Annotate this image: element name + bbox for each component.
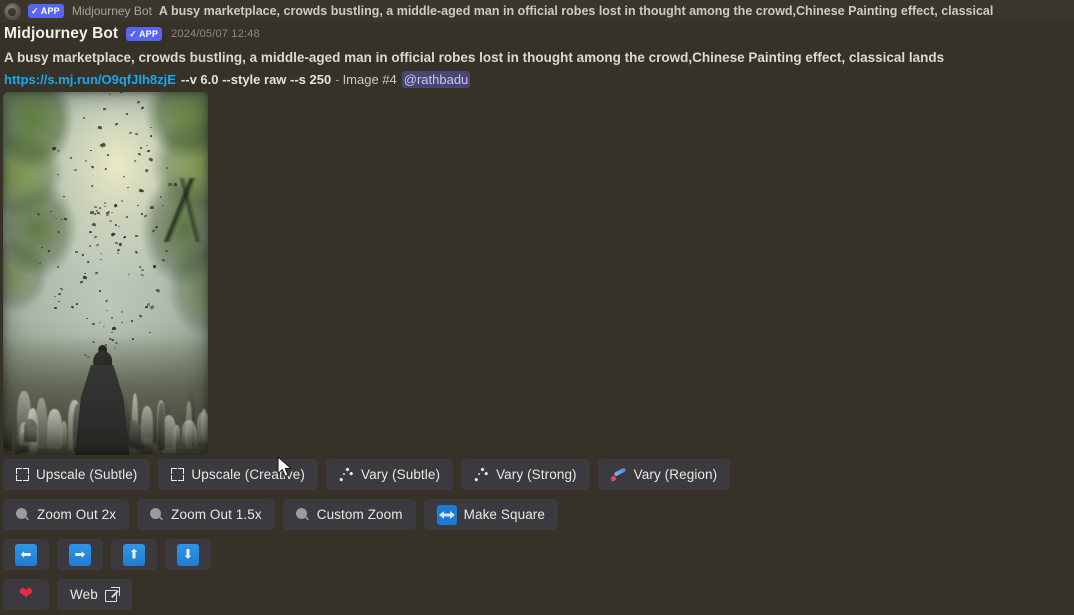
app-badge: ✓ APP: [28, 4, 64, 18]
image-reference-link[interactable]: https://s.mj.run/O9qfJIh8zjE: [4, 72, 176, 87]
artwork-canvas: [3, 92, 208, 455]
sparkle-icon: [339, 466, 354, 482]
button-label: Vary (Strong): [496, 467, 577, 482]
message-block: Midjourney Bot ✓ APP 2024/05/07 12:48 A …: [0, 22, 1074, 90]
user-mention[interactable]: @rathbadu: [401, 71, 471, 88]
pan-right-button[interactable]: ➡: [57, 539, 103, 570]
message-author[interactable]: Midjourney Bot: [4, 25, 118, 43]
vary-region-button[interactable]: Vary (Region): [597, 459, 731, 490]
message-app-badge: ✓ APP: [126, 27, 163, 41]
action-row-pan: ⬅ ➡ ⬆ ⬇: [3, 538, 1071, 571]
button-label: Vary (Region): [633, 467, 718, 482]
message-timestamp: 2024/05/07 12:48: [171, 28, 260, 40]
action-rows: Upscale (Subtle) Upscale (Creative) Vary…: [3, 458, 1071, 615]
button-label: Upscale (Subtle): [36, 467, 138, 482]
button-label: Custom Zoom: [316, 507, 403, 522]
artwork-vignette: [3, 92, 208, 455]
arrow-down-icon: ⬇: [177, 543, 199, 566]
custom-zoom-button[interactable]: Custom Zoom: [282, 499, 416, 530]
arrow-right-icon: ➡: [69, 543, 91, 566]
button-label: Upscale (Creative): [191, 467, 305, 482]
favorite-button[interactable]: ❤: [3, 579, 49, 610]
button-label: Make Square: [463, 507, 546, 522]
topbar-preview-text: A busy marketplace, crowds bustling, a m…: [158, 4, 994, 18]
generation-parameters: --v 6.0 --style raw --s 250: [180, 72, 332, 87]
button-label: Zoom Out 2x: [37, 507, 117, 522]
zoom-out-2x-button[interactable]: Zoom Out 2x: [3, 499, 130, 530]
vary-strong-button[interactable]: Vary (Strong): [461, 459, 590, 490]
pan-down-button[interactable]: ⬇: [165, 539, 211, 570]
app-badge-label: APP: [40, 6, 60, 16]
button-label: Zoom Out 1.5x: [171, 507, 262, 522]
upscale-creative-button[interactable]: Upscale (Creative): [158, 459, 318, 490]
meta-separator: -: [335, 72, 340, 87]
heart-icon: ❤: [18, 584, 34, 604]
verified-check-icon: ✓: [31, 5, 39, 16]
sparkle-icon: [474, 466, 489, 482]
expand-icon: [171, 468, 185, 481]
message-meta-line: https://s.mj.run/O9qfJIh8zjE --v 6.0 --st…: [0, 70, 1074, 90]
make-square-icon: [436, 504, 457, 525]
action-row-favorite-web: ❤ Web: [3, 578, 1071, 611]
zoom-out-1-5x-button[interactable]: Zoom Out 1.5x: [137, 499, 275, 530]
pan-left-button[interactable]: ⬅: [3, 539, 49, 570]
verified-check-icon: ✓: [129, 28, 137, 39]
vary-subtle-button[interactable]: Vary (Subtle): [326, 459, 454, 490]
action-row-zoom: Zoom Out 2x Zoom Out 1.5x Custom Zoom Ma…: [3, 498, 1071, 531]
message-prompt-text: A busy marketplace, crowds bustling, a m…: [4, 50, 945, 65]
upscale-subtle-button[interactable]: Upscale (Subtle): [3, 459, 151, 490]
magnifier-icon: [295, 507, 310, 522]
arrow-left-icon: ⬅: [15, 543, 37, 566]
button-label: Vary (Subtle): [361, 467, 441, 482]
message-header: Midjourney Bot ✓ APP 2024/05/07 12:48: [0, 22, 1074, 46]
magnifier-icon: [16, 507, 30, 522]
pan-up-button[interactable]: ⬆: [111, 539, 157, 570]
action-row-upscale-vary: Upscale (Subtle) Upscale (Creative) Vary…: [3, 458, 1071, 491]
arrow-up-icon: ⬆: [123, 543, 145, 566]
web-button[interactable]: Web: [57, 579, 132, 610]
button-label: Web: [70, 587, 98, 602]
expand-icon: [16, 468, 29, 481]
image-index-label: Image #4: [342, 72, 397, 87]
midjourney-bot-avatar[interactable]: [4, 2, 21, 20]
discord-midjourney-screen: ✓ APP Midjourney Bot A busy marketplace,…: [0, 0, 1074, 615]
external-link-icon: [104, 586, 120, 602]
brush-icon: [610, 466, 627, 482]
pinned-message-bar: ✓ APP Midjourney Bot A busy marketplace,…: [0, 0, 1074, 22]
magnifier-icon: [150, 507, 164, 522]
make-square-button[interactable]: Make Square: [423, 499, 559, 530]
topbar-bot-name: Midjourney Bot: [71, 4, 152, 18]
app-badge-label: APP: [138, 29, 159, 39]
generated-image-preview[interactable]: [3, 92, 208, 455]
